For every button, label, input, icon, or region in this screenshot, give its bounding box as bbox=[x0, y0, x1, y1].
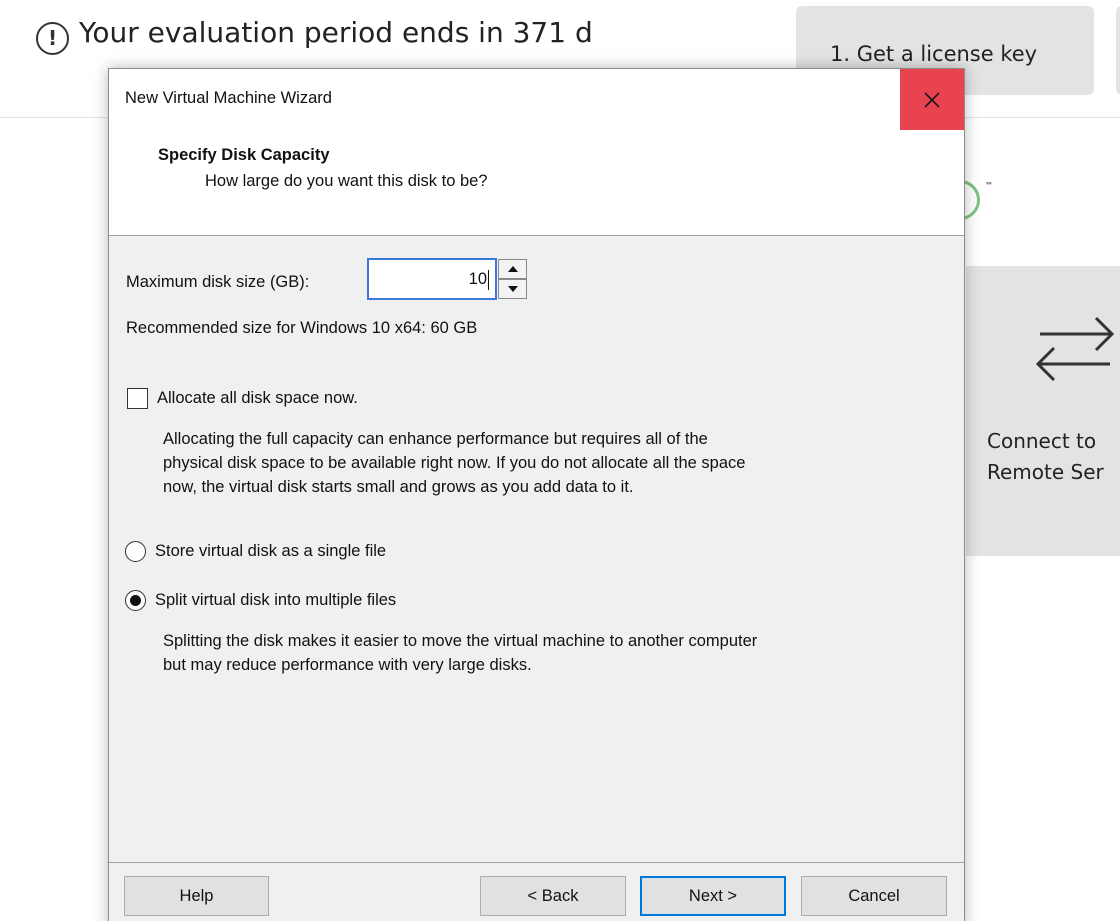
single-file-label[interactable]: Store virtual disk as a single file bbox=[155, 542, 386, 561]
footer-divider bbox=[109, 862, 964, 863]
new-vm-wizard-dialog: New Virtual Machine Wizard Specify Disk … bbox=[108, 68, 965, 921]
wizard-step-header: Specify Disk Capacity How large do you w… bbox=[109, 130, 964, 236]
split-desc-line: Splitting the disk makes it easier to mo… bbox=[163, 632, 758, 650]
close-icon bbox=[924, 91, 940, 108]
split-files-label[interactable]: Split virtual disk into multiple files bbox=[155, 591, 396, 610]
allocate-all-label[interactable]: Allocate all disk space now. bbox=[157, 389, 358, 408]
spin-up-button[interactable] bbox=[498, 259, 527, 279]
next-button[interactable]: Next > bbox=[640, 876, 786, 916]
allocate-description: Allocating the full capacity can enhance… bbox=[163, 427, 745, 499]
cancel-button[interactable]: Cancel bbox=[801, 876, 947, 916]
text-caret bbox=[488, 269, 489, 290]
next-step-button[interactable] bbox=[1116, 6, 1120, 95]
radio-selected-dot bbox=[130, 595, 141, 606]
max-disk-size-label: Maximum disk size (GB): bbox=[126, 273, 310, 291]
allocate-desc-line: Allocating the full capacity can enhance… bbox=[163, 430, 708, 448]
help-button[interactable]: Help bbox=[124, 876, 269, 916]
recommended-size-text: Recommended size for Windows 10 x64: 60 … bbox=[126, 319, 478, 337]
connect-remote-server-tile[interactable] bbox=[966, 266, 1120, 556]
connect-label-line1: Connect to bbox=[987, 429, 1097, 453]
connect-label-line2: Remote Ser bbox=[987, 460, 1104, 484]
max-disk-size-value: 10 bbox=[468, 270, 487, 288]
trademark-mark: ™ bbox=[985, 181, 993, 190]
split-desc-line: but may reduce performance with very lar… bbox=[163, 656, 532, 674]
max-disk-size-input[interactable]: 10 bbox=[367, 258, 497, 300]
dialog-title: New Virtual Machine Wizard bbox=[125, 89, 332, 107]
spin-down-button[interactable] bbox=[498, 279, 527, 299]
dialog-titlebar[interactable]: New Virtual Machine Wizard bbox=[109, 69, 964, 130]
allocate-desc-line: physical disk space to be available righ… bbox=[163, 454, 746, 472]
exclamation-circle-icon: ! bbox=[36, 22, 69, 55]
disk-size-spinner bbox=[498, 259, 527, 299]
step-title: Specify Disk Capacity bbox=[158, 146, 330, 164]
split-files-radio[interactable] bbox=[125, 590, 146, 611]
step-subtitle: How large do you want this disk to be? bbox=[205, 172, 488, 190]
arrow-up-icon bbox=[507, 266, 518, 272]
close-button[interactable] bbox=[900, 69, 964, 130]
split-description: Splitting the disk makes it easier to mo… bbox=[163, 629, 757, 677]
swap-arrows-icon bbox=[1035, 316, 1115, 382]
allocate-desc-line: now, the virtual disk starts small and g… bbox=[163, 478, 634, 496]
connect-remote-server-label: Connect to Remote Ser bbox=[987, 426, 1104, 488]
back-button[interactable]: < Back bbox=[480, 876, 626, 916]
allocate-all-checkbox[interactable] bbox=[127, 388, 148, 409]
single-file-radio[interactable] bbox=[125, 541, 146, 562]
arrow-down-icon bbox=[507, 286, 518, 292]
